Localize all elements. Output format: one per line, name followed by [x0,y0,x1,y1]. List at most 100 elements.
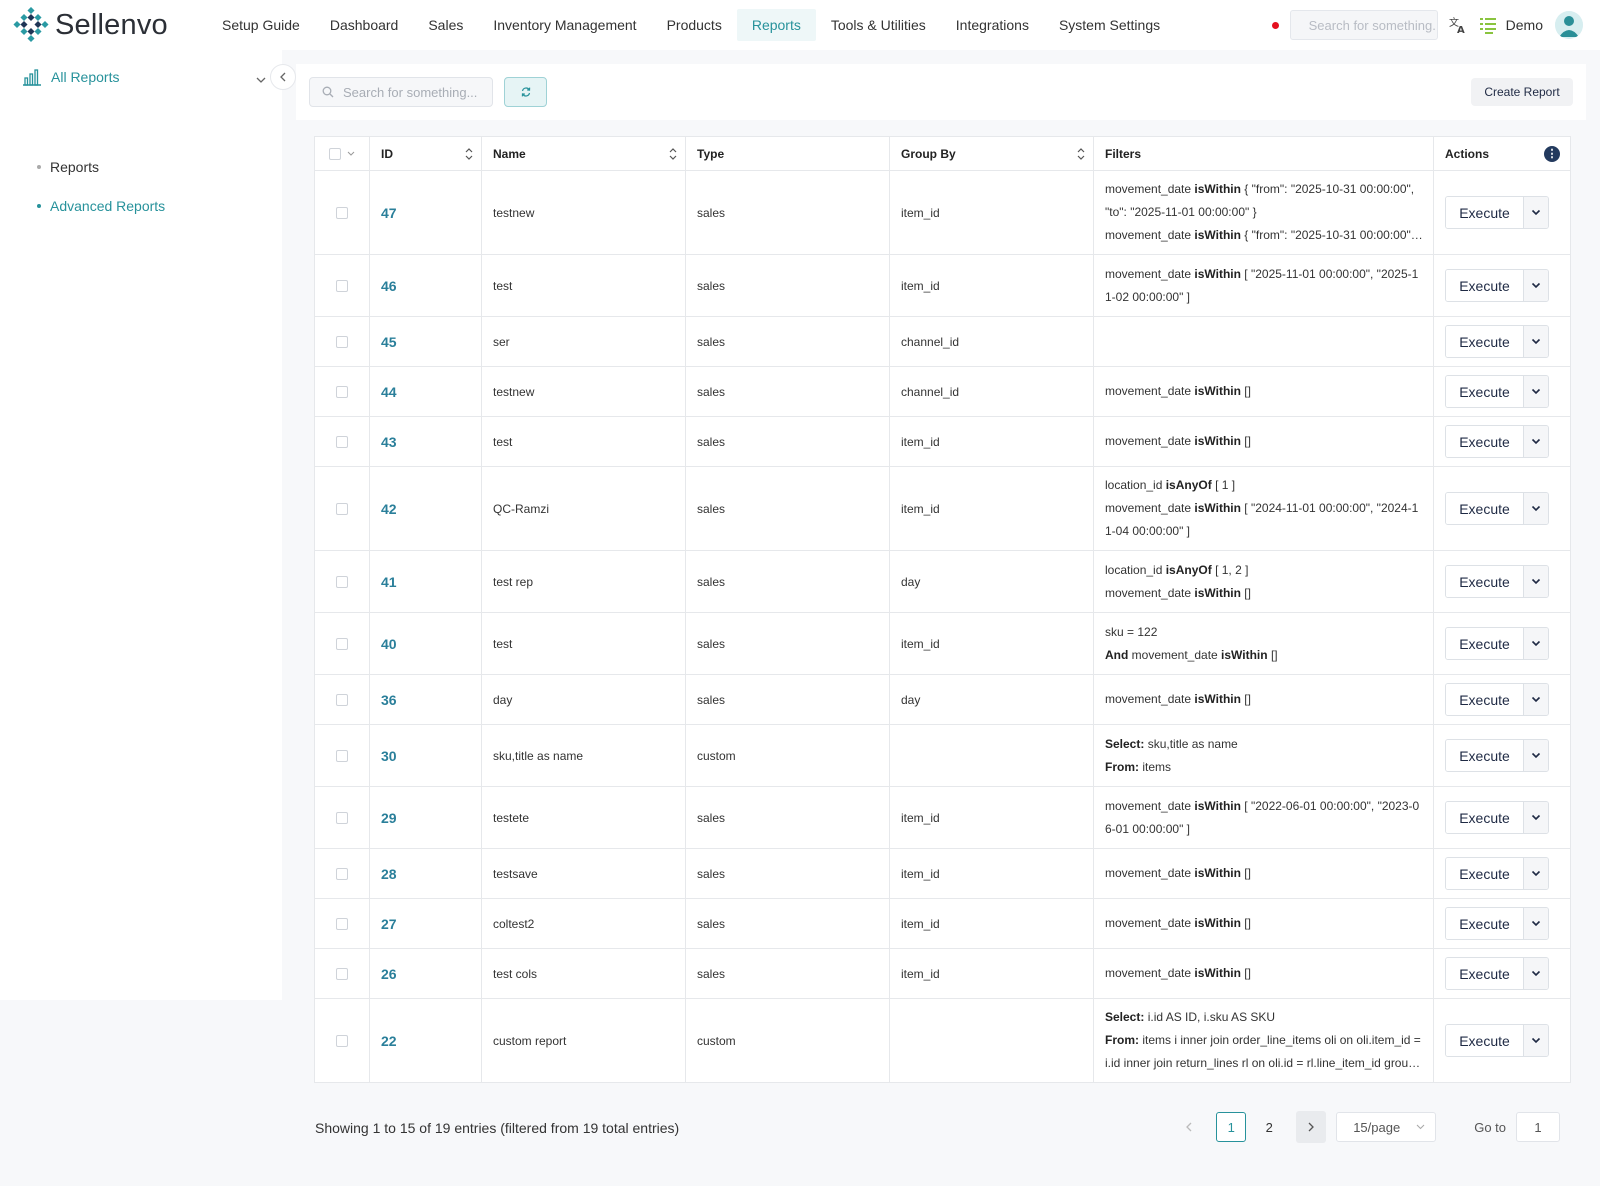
page-button-1[interactable]: 1 [1216,1112,1247,1142]
next-page-button[interactable] [1296,1111,1327,1143]
create-report-button[interactable]: Create Report [1471,78,1573,106]
row-checkbox[interactable] [336,336,348,349]
execute-button[interactable]: Execute [1446,740,1524,771]
row-checkbox[interactable] [336,868,348,881]
row-checkbox[interactable] [336,812,348,825]
execute-button[interactable]: Execute [1446,493,1524,524]
user-avatar[interactable] [1555,11,1583,39]
sidebar-collapse-button[interactable] [270,64,296,90]
prev-page-button[interactable] [1174,1112,1204,1142]
row-checkbox[interactable] [336,750,348,763]
reports-search-input[interactable]: Search for something... [309,77,493,107]
execute-button[interactable]: Execute [1446,566,1524,597]
execute-dropdown-button[interactable] [1524,197,1548,228]
row-checkbox[interactable] [336,280,348,293]
notification-dot[interactable] [1271,21,1279,29]
app-logo[interactable]: Sellenvo [13,7,203,43]
chevron-down-icon[interactable] [256,72,266,87]
column-header-filters[interactable]: Filters [1093,136,1434,171]
theme-grid-icon[interactable] [1478,15,1498,35]
sort-icon[interactable] [465,147,473,161]
report-id-link[interactable]: 36 [369,674,482,725]
nav-reports[interactable]: Reports [736,9,816,41]
row-checkbox[interactable] [336,436,348,449]
column-header-id[interactable]: ID [369,136,482,171]
execute-dropdown-button[interactable] [1524,426,1548,457]
report-id-link[interactable]: 26 [369,948,482,999]
user-name[interactable]: Demo [1506,17,1543,33]
column-settings-icon[interactable]: ⋮ [1544,146,1560,162]
execute-dropdown-button[interactable] [1524,740,1548,771]
sidebar-item-advanced-reports[interactable]: Advanced Reports [37,198,165,214]
report-id-link[interactable]: 22 [369,998,482,1083]
report-id-link[interactable]: 27 [369,898,482,949]
execute-button[interactable]: Execute [1446,958,1524,989]
execute-button[interactable]: Execute [1446,684,1524,715]
select-all-cell[interactable] [314,136,370,171]
report-id-link[interactable]: 28 [369,848,482,899]
execute-button[interactable]: Execute [1446,908,1524,939]
row-checkbox[interactable] [336,1035,348,1048]
row-checkbox[interactable] [336,968,348,981]
translate-icon[interactable]: 文A [1448,15,1468,35]
page-button-2[interactable]: 2 [1254,1112,1284,1142]
global-search-input[interactable]: Search for something... [1289,10,1438,40]
report-id-link[interactable]: 29 [369,786,482,849]
row-checkbox[interactable] [336,386,348,399]
execute-button[interactable]: Execute [1446,802,1524,833]
report-id-link[interactable]: 30 [369,724,482,787]
execute-dropdown-button[interactable] [1524,326,1548,357]
nav-products[interactable]: Products [652,9,737,41]
select-all-checkbox[interactable] [328,148,341,161]
execute-button[interactable]: Execute [1446,326,1524,357]
report-id-link[interactable]: 46 [369,254,482,317]
report-id-link[interactable]: 43 [369,416,482,467]
execute-dropdown-button[interactable] [1524,566,1548,597]
sidebar-item-reports[interactable]: Reports [37,159,99,175]
execute-button[interactable]: Execute [1446,270,1524,301]
row-checkbox[interactable] [336,918,348,931]
report-id-link[interactable]: 40 [369,612,482,675]
column-header-type[interactable]: Type [685,136,890,171]
execute-dropdown-button[interactable] [1524,1025,1548,1056]
row-checkbox[interactable] [336,638,348,651]
execute-dropdown-button[interactable] [1524,908,1548,939]
goto-page-input[interactable]: 1 [1516,1112,1560,1142]
nav-integrations[interactable]: Integrations [941,9,1044,41]
execute-dropdown-button[interactable] [1524,858,1548,889]
page-size-select[interactable]: 15/page [1336,1112,1437,1142]
row-checkbox[interactable] [336,207,348,220]
execute-button[interactable]: Execute [1446,628,1524,659]
execute-dropdown-button[interactable] [1524,493,1548,524]
report-id-link[interactable]: 47 [369,170,482,255]
execute-button[interactable]: Execute [1446,426,1524,457]
sidebar-item-all-reports[interactable]: All Reports [22,68,119,86]
sort-icon[interactable] [669,147,677,161]
nav-system-settings[interactable]: System Settings [1044,9,1175,41]
refresh-button[interactable] [504,77,547,107]
column-header-group-by[interactable]: Group By [889,136,1094,171]
row-checkbox[interactable] [336,694,348,707]
execute-button[interactable]: Execute [1446,1025,1524,1056]
nav-setup-guide[interactable]: Setup Guide [207,9,315,41]
row-checkbox[interactable] [336,576,348,589]
report-id-link[interactable]: 44 [369,366,482,417]
nav-sales[interactable]: Sales [413,9,478,41]
nav-dashboard[interactable]: Dashboard [315,9,414,41]
execute-button[interactable]: Execute [1446,858,1524,889]
execute-dropdown-button[interactable] [1524,684,1548,715]
execute-dropdown-button[interactable] [1524,628,1548,659]
execute-button[interactable]: Execute [1446,197,1524,228]
chevron-down-icon[interactable] [347,151,355,157]
execute-dropdown-button[interactable] [1524,270,1548,301]
report-id-link[interactable]: 41 [369,550,482,613]
row-checkbox[interactable] [336,503,348,516]
sort-icon[interactable] [1077,147,1085,161]
report-id-link[interactable]: 45 [369,316,482,367]
column-header-name[interactable]: Name [481,136,686,171]
execute-button[interactable]: Execute [1446,376,1524,407]
execute-dropdown-button[interactable] [1524,802,1548,833]
nav-tools-utilities[interactable]: Tools & Utilities [816,9,941,41]
execute-dropdown-button[interactable] [1524,376,1548,407]
execute-dropdown-button[interactable] [1524,958,1548,989]
